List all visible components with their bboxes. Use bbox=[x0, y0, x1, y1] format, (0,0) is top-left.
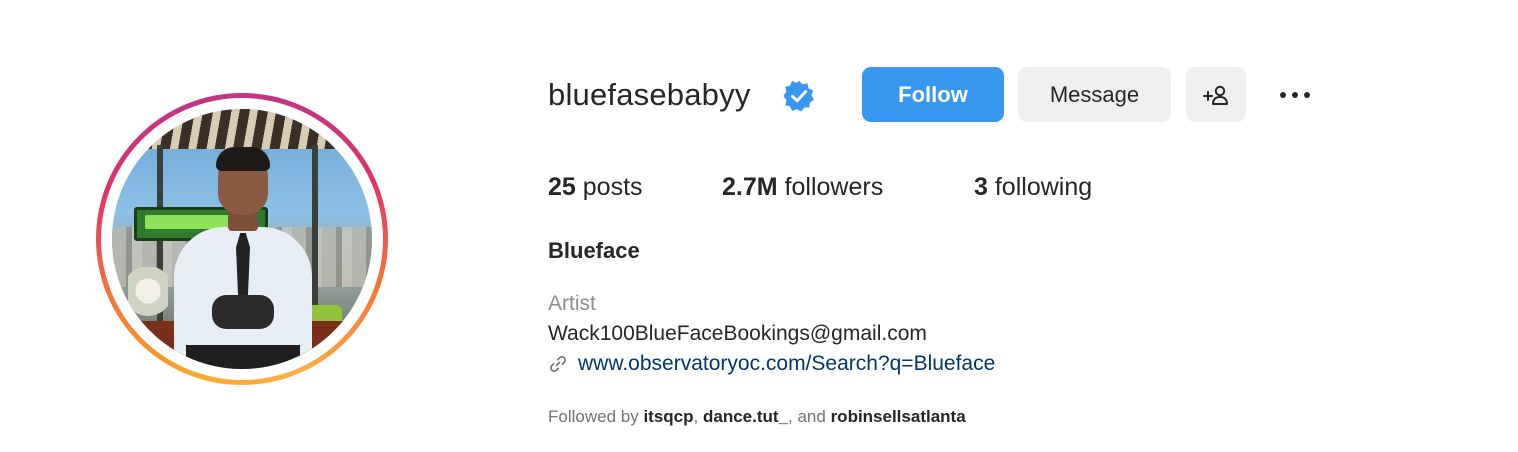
avatar-photo-awning bbox=[112, 109, 372, 149]
following-link[interactable]: 3 following bbox=[974, 172, 1092, 202]
followed-by-separator: , bbox=[693, 407, 699, 426]
followed-by-account[interactable]: dance.tut_ bbox=[703, 407, 788, 426]
message-button[interactable]: Message bbox=[1018, 67, 1171, 122]
profile-category: Artist bbox=[548, 292, 596, 315]
profile-username: bluefasebabyy bbox=[548, 77, 751, 112]
profile-bio-email: Wack100BlueFaceBookings@gmail.com bbox=[548, 322, 927, 345]
more-dot bbox=[1304, 92, 1310, 98]
avatar-frame bbox=[101, 98, 383, 380]
profile-avatar-story-ring[interactable] bbox=[96, 93, 388, 385]
followed-by-account[interactable]: robinsellsatlanta bbox=[831, 407, 966, 426]
posts-count: 25 posts bbox=[548, 172, 643, 202]
followed-by-separator: , and bbox=[788, 407, 826, 426]
more-dot bbox=[1292, 92, 1298, 98]
suggest-accounts-button[interactable] bbox=[1186, 67, 1246, 122]
followed-by-account[interactable]: itsqcp bbox=[643, 407, 693, 426]
posts-label: posts bbox=[582, 173, 643, 201]
avatar-photo-person-hands bbox=[212, 295, 274, 329]
avatar-photo-person-pants bbox=[186, 345, 300, 369]
verified-badge-icon bbox=[783, 80, 814, 112]
followed-by-prefix: Followed by bbox=[548, 407, 639, 426]
profile-full-name: Blueface bbox=[548, 238, 640, 263]
avatar-photo-plant bbox=[128, 267, 168, 327]
more-options-icon[interactable] bbox=[1272, 79, 1318, 111]
avatar[interactable] bbox=[112, 109, 372, 369]
profile-external-link[interactable]: www.observatoryoc.com/Search?q=Blueface bbox=[548, 352, 995, 376]
followers-number: 2.7M bbox=[722, 173, 778, 201]
avatar-photo-person-hair bbox=[216, 147, 270, 171]
add-person-icon bbox=[1203, 85, 1228, 105]
following-label: following bbox=[994, 173, 1093, 201]
followed-by: Followed by itsqcp, dance.tut_, and robi… bbox=[548, 407, 966, 427]
external-link-text[interactable]: www.observatoryoc.com/Search?q=Blueface bbox=[578, 352, 995, 376]
more-dot bbox=[1280, 92, 1286, 98]
following-number: 3 bbox=[974, 173, 988, 201]
link-icon bbox=[550, 356, 566, 372]
follow-button[interactable]: Follow bbox=[862, 67, 1004, 122]
followers-link[interactable]: 2.7M followers bbox=[722, 172, 883, 202]
followers-label: followers bbox=[784, 173, 884, 201]
posts-number: 25 bbox=[548, 173, 576, 201]
avatar-photo-window-frame bbox=[312, 145, 318, 325]
